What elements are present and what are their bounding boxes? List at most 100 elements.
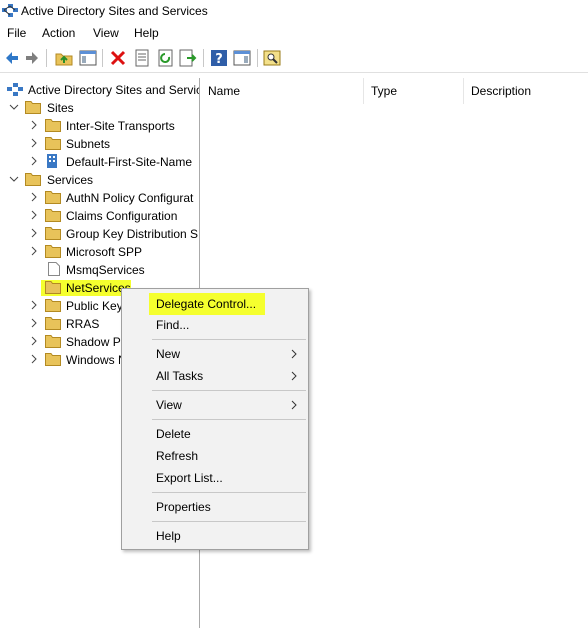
tree-item-label: Default-First-Site-Name [66, 155, 193, 169]
menu-item-label: All Tasks [156, 369, 204, 383]
chevron-right-icon[interactable] [29, 336, 39, 346]
chevron-down-icon[interactable] [9, 102, 19, 112]
menu-bar: File Action View Help [0, 22, 588, 43]
toolbar-separator [102, 49, 103, 67]
menu-item-label: Delete [156, 427, 191, 441]
menu-item-label: New [156, 347, 181, 361]
folder-icon [45, 353, 61, 366]
action-pane-icon[interactable] [233, 49, 251, 67]
tree-item-claims-configuration[interactable]: Claims Configuration [0, 207, 199, 225]
tree-item-label: AuthN Policy Configurat [66, 191, 194, 205]
menu-item-view[interactable]: View [122, 394, 308, 416]
up-folder-icon[interactable] [55, 49, 73, 67]
chevron-right-icon[interactable] [29, 246, 39, 256]
menu-item-help[interactable]: Help [122, 525, 308, 547]
toolbar-separator [203, 49, 204, 67]
submenu-arrow-icon [291, 371, 297, 381]
chevron-right-icon[interactable] [29, 300, 39, 310]
tree-item-label: MsmqServices [66, 263, 145, 277]
tree-item-label: Windows N [66, 353, 127, 367]
menu-separator [152, 419, 306, 420]
tree-item-root[interactable]: Active Directory Sites and Servic [0, 81, 200, 99]
folder-icon [45, 299, 61, 312]
tree-item-label: Active Directory Sites and Servic [28, 83, 200, 97]
chevron-right-icon[interactable] [29, 318, 39, 328]
menu-action[interactable]: Action [42, 26, 75, 40]
back-icon[interactable] [3, 49, 21, 67]
chevron-right-icon[interactable] [29, 210, 39, 220]
refresh-icon[interactable] [157, 49, 175, 67]
tree-item-label: Inter-Site Transports [66, 119, 175, 133]
menu-separator [152, 339, 306, 340]
menu-item-new[interactable]: New [122, 343, 308, 365]
submenu-arrow-icon [291, 349, 297, 359]
help-icon[interactable]: ? [210, 49, 228, 67]
column-divider[interactable] [463, 78, 464, 104]
menu-item-delegate-control[interactable]: Delegate Control... [122, 293, 308, 315]
tree-item-subnets[interactable]: Subnets [0, 135, 199, 153]
folder-icon [45, 245, 61, 258]
chevron-right-icon[interactable] [29, 138, 39, 148]
tree-item-label: Group Key Distribution S [66, 227, 199, 241]
menu-item-all-tasks[interactable]: All Tasks [122, 365, 308, 387]
find-icon[interactable] [263, 49, 281, 67]
window-title: Active Directory Sites and Services [21, 4, 208, 18]
menu-help[interactable]: Help [134, 26, 159, 40]
toolbar-separator [46, 49, 47, 67]
submenu-arrow-icon [291, 400, 297, 410]
svg-text:?: ? [215, 52, 223, 67]
folder-icon [45, 227, 61, 240]
menu-separator [152, 390, 306, 391]
folder-icon [45, 335, 61, 348]
column-header-description[interactable]: Description [471, 84, 531, 98]
menu-view[interactable]: View [93, 26, 119, 40]
title-bar: Active Directory Sites and Services [0, 0, 588, 22]
tree-item-authn-policy[interactable]: AuthN Policy Configurat [0, 189, 199, 207]
forward-icon[interactable] [23, 49, 41, 67]
menu-item-label: Help [156, 529, 181, 543]
menu-file[interactable]: File [7, 26, 26, 40]
tree-item-inter-site-transports[interactable]: Inter-Site Transports [0, 117, 199, 135]
menu-item-export-list[interactable]: Export List... [122, 467, 308, 489]
show-hide-tree-icon[interactable] [79, 49, 97, 67]
properties-icon[interactable] [133, 49, 151, 67]
menu-item-delete[interactable]: Delete [122, 423, 308, 445]
chevron-right-icon[interactable] [29, 156, 39, 166]
tree-item-default-first-site-name[interactable]: Default-First-Site-Name [0, 153, 199, 171]
menu-separator [152, 521, 306, 522]
tree-item-group-key-distribution[interactable]: Group Key Distribution S [0, 225, 199, 243]
column-divider[interactable] [363, 78, 364, 104]
context-menu: Delegate Control... Find... New All Task… [121, 288, 309, 550]
chevron-right-icon[interactable] [29, 120, 39, 130]
chevron-right-icon[interactable] [29, 354, 39, 364]
folder-icon [25, 101, 41, 114]
document-icon [48, 262, 60, 276]
menu-item-properties[interactable]: Properties [122, 496, 308, 518]
folder-icon [45, 191, 61, 204]
tree-item-label: Sites [47, 101, 74, 115]
chevron-right-icon[interactable] [29, 192, 39, 202]
tree-item-sites[interactable]: Sites [0, 99, 199, 117]
column-header-name[interactable]: Name [208, 84, 240, 98]
tree-item-label: Claims Configuration [66, 209, 178, 223]
chevron-down-icon[interactable] [9, 174, 19, 184]
tree-item-services[interactable]: Services [0, 171, 199, 189]
menu-separator [152, 492, 306, 493]
tree-item-label: Public Key [66, 299, 123, 313]
tree-item-label: RRAS [66, 317, 100, 331]
export-list-icon[interactable] [179, 49, 197, 67]
column-header-type[interactable]: Type [371, 84, 397, 98]
delete-icon[interactable] [109, 49, 127, 67]
menu-item-label: Find... [156, 318, 190, 332]
menu-item-label: Export List... [156, 471, 223, 485]
folder-icon [45, 317, 61, 330]
menu-item-refresh[interactable]: Refresh [122, 445, 308, 467]
folder-icon [45, 137, 61, 150]
tree-item-microsoft-spp[interactable]: Microsoft SPP [0, 243, 199, 261]
tree-item-msmqservices[interactable]: MsmqServices [0, 261, 199, 279]
menu-item-find[interactable]: Find... [122, 314, 308, 336]
toolbar-separator [257, 49, 258, 67]
chevron-right-icon[interactable] [29, 228, 39, 238]
ad-sites-icon [7, 83, 23, 96]
folder-icon [45, 119, 61, 132]
